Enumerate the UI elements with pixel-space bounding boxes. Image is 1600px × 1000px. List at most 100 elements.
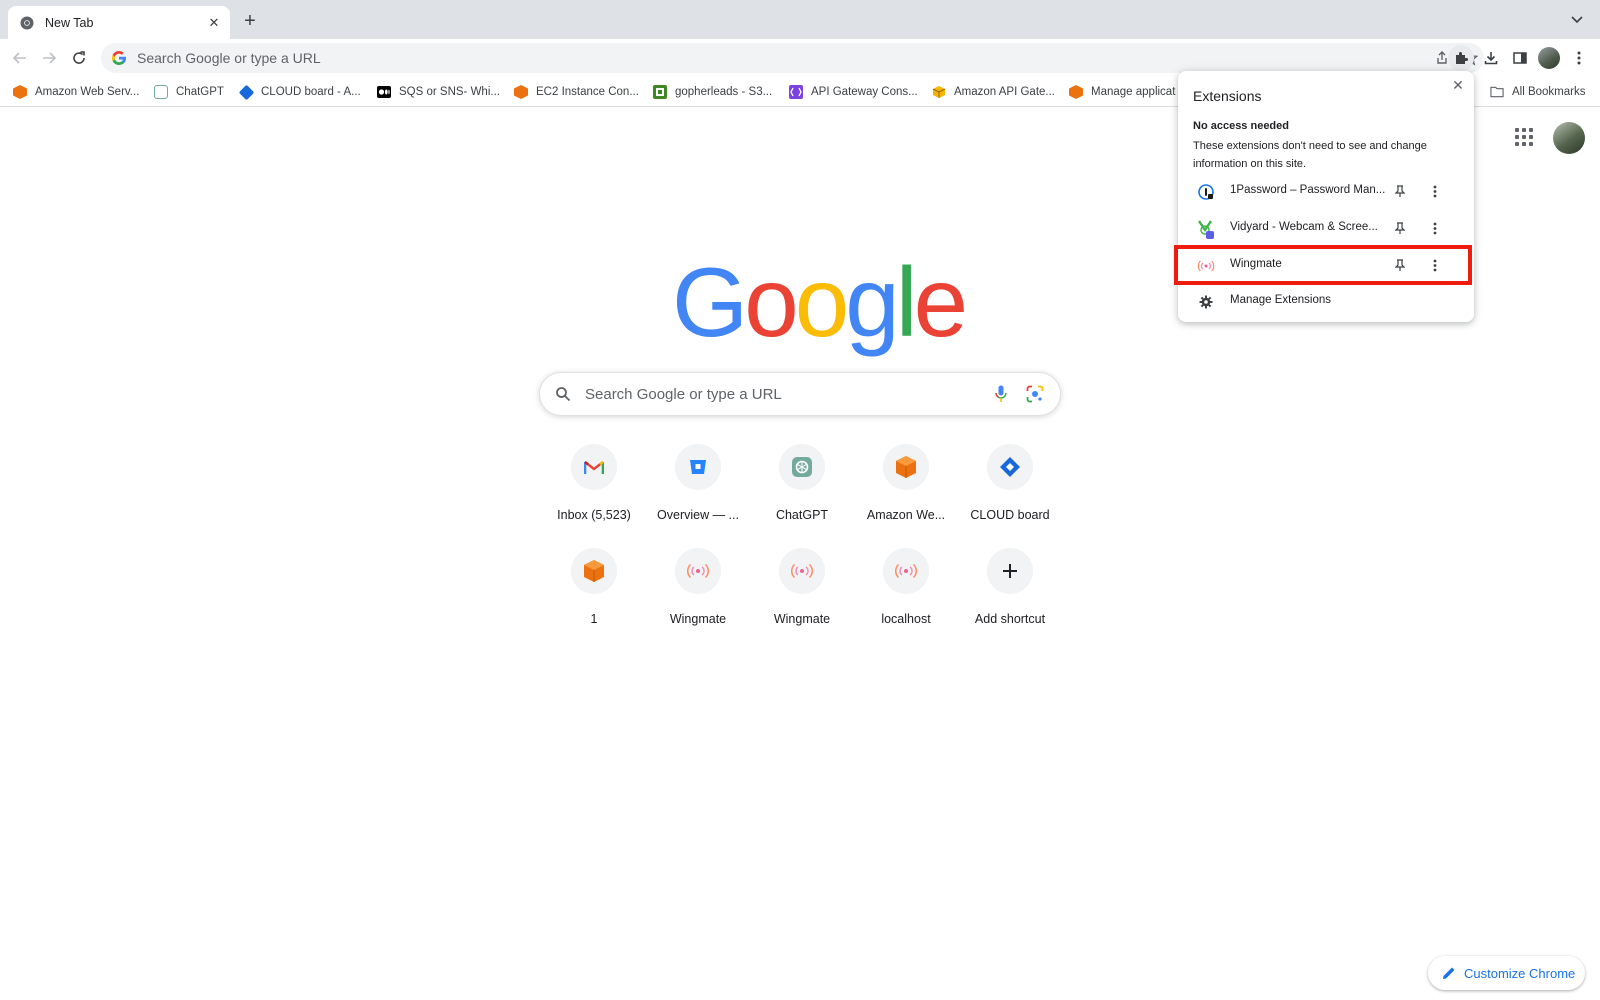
api-gateway-icon [789,85,803,99]
wingmate-icon [883,548,929,594]
shortcut-tile[interactable]: Wingmate [646,547,750,651]
extension-item-vidyard[interactable]: Vidyard - Webcam & Scree... [1178,210,1474,247]
arrow-left-icon [12,52,26,64]
shortcut-label: 1 [590,612,598,626]
gear-icon [1197,293,1215,311]
three-dot-menu-icon[interactable] [1427,220,1443,236]
jira-diamond-icon [987,444,1033,490]
chrome-menu-button[interactable] [1566,45,1592,71]
extension-name: Vidyard - Webcam & Scree... [1230,221,1378,233]
shortcut-tile[interactable]: ChatGPT [750,443,854,547]
three-dot-menu-icon[interactable] [1427,183,1443,199]
account-avatar[interactable] [1553,122,1585,154]
bookmark-label: Amazon Web Serv... [35,86,140,98]
bookmark-label: CLOUD board - A... [261,86,361,98]
jira-diamond-icon [238,84,254,100]
google-apps-button[interactable] [1512,125,1536,149]
tab-search-chevron-icon[interactable] [1570,12,1590,32]
1password-icon [1197,183,1215,201]
downloads-button[interactable] [1478,45,1504,71]
shortcut-label: localhost [881,612,931,626]
bookmark-item[interactable]: API Gateway Cons... [789,83,918,101]
aws-cube-icon [514,85,528,99]
extensions-menu: Extensions ✕ No access needed These exte… [1174,71,1474,322]
chatgpt-icon [154,85,168,99]
profile-button[interactable] [1536,45,1562,71]
shortcut-tile[interactable]: 1 [542,547,646,651]
shortcut-tile[interactable]: Wingmate [750,547,854,651]
bookmark-item[interactable]: Amazon Web Serv... [13,83,139,101]
bookmark-label: SQS or SNS- Whi... [399,86,500,98]
package-icon [932,85,946,99]
forward-button[interactable] [37,46,61,70]
voice-search-mic-icon[interactable] [984,377,1018,411]
all-bookmarks-button[interactable]: All Bookmarks [1490,83,1586,101]
shortcut-label: Wingmate [773,612,831,626]
folder-icon [1490,85,1504,99]
pin-icon[interactable] [1392,257,1408,273]
tab-strip: New Tab ✕ + [0,0,1600,39]
customize-chrome-button[interactable]: Customize Chrome [1428,956,1585,990]
google-lens-icon[interactable] [1018,377,1052,411]
bookmark-item[interactable]: Manage applicat [1069,83,1175,101]
extensions-button[interactable] [1448,45,1474,71]
reload-button[interactable] [67,46,91,70]
bookmark-item[interactable]: ChatGPT [154,83,224,101]
shortcut-tile[interactable]: Overview — ... [646,443,750,547]
shortcut-label: Add shortcut [974,612,1046,626]
aws-cube-icon [883,444,929,490]
shortcut-tile[interactable]: localhost [854,547,958,651]
aws-cube-icon [1069,85,1083,99]
logo-letter: o [744,247,798,357]
no-access-description: These extensions don't need to see and c… [1193,140,1427,170]
bookmark-item[interactable]: EC2 Instance Con... [514,83,639,101]
bookmark-label: Manage applicat [1091,86,1176,98]
omnibox-input[interactable]: Search Google or type a URL [137,50,1428,66]
back-button[interactable] [8,46,32,70]
shortcut-label: Inbox (5,523) [557,508,631,522]
shortcut-tile[interactable]: CLOUD board [958,443,1062,547]
search-icon [556,387,571,402]
omnibox[interactable]: Search Google or type a URL [101,43,1484,73]
shortcut-label: CLOUD board [970,508,1050,522]
extensions-title: Extensions [1193,88,1262,104]
new-tab-button[interactable]: + [238,10,262,34]
vidyard-icon [1197,220,1215,239]
aws-cube-icon [13,85,27,99]
close-tab-icon[interactable]: ✕ [206,15,222,31]
bookmark-item[interactable]: SQS or SNS- Whi... [377,83,500,101]
search-input[interactable]: Search Google or type a URL [585,386,984,403]
bookmark-item[interactable]: gopherleads - S3... [653,83,772,101]
extension-name: 1Password – Password Man... [1230,184,1386,196]
avatar [1538,47,1560,69]
manage-extensions-item[interactable]: Manage Extensions [1178,283,1474,320]
bookmark-item[interactable]: Amazon API Gate... [932,83,1055,101]
three-dot-menu-icon[interactable] [1427,257,1443,273]
no-access-heading: No access needed [1193,120,1289,132]
s3-icon [653,85,667,99]
logo-letter: g [845,247,899,357]
google-logo: Google [672,253,968,351]
logo-letter: G [672,247,748,357]
chrome-icon [19,15,35,31]
bookmark-item[interactable]: CLOUD board - A... [238,83,361,101]
extension-name: Wingmate [1230,258,1282,270]
three-dot-menu-icon [1577,51,1581,65]
extension-item-1password[interactable]: 1Password – Password Man... [1178,173,1474,210]
arrow-right-icon [43,52,57,64]
shortcut-tile[interactable]: Amazon We... [854,443,958,547]
pin-icon[interactable] [1392,183,1408,199]
extension-item-wingmate[interactable]: Wingmate [1174,245,1474,285]
tab-new-tab[interactable]: New Tab ✕ [8,6,230,39]
bookmark-label: gopherleads - S3... [675,86,773,98]
search-box[interactable]: Search Google or type a URL [539,372,1061,416]
logo-letter: e [913,247,968,357]
add-shortcut-button[interactable]: Add shortcut [958,547,1062,651]
pin-icon[interactable] [1392,220,1408,236]
side-panel-button[interactable] [1507,45,1533,71]
shortcut-tile[interactable]: Inbox (5,523) [542,443,646,547]
close-icon[interactable]: ✕ [1450,77,1466,93]
wingmate-icon [675,548,721,594]
logo-letter: l [895,247,918,357]
shortcut-label: Amazon We... [866,508,946,522]
